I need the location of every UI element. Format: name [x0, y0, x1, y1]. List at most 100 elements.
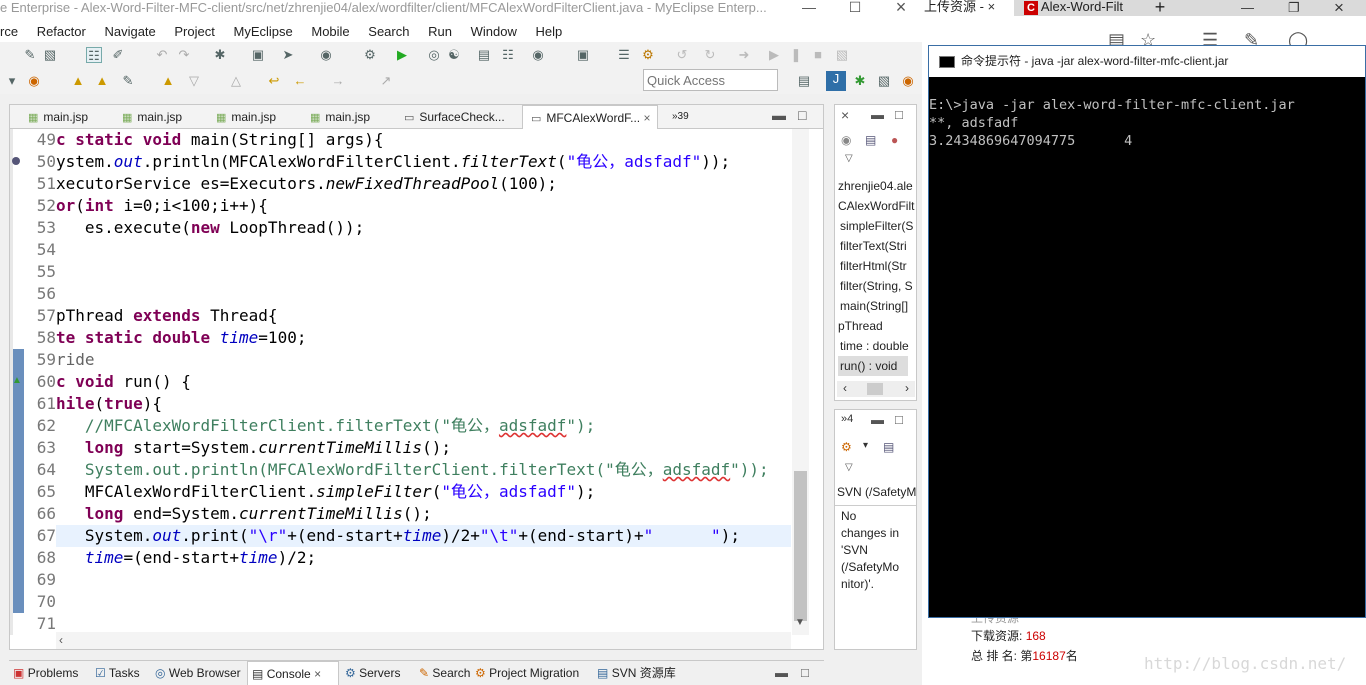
menu-source[interactable]: rce: [0, 22, 18, 42]
minimize-editor-icon[interactable]: ▬: [772, 107, 786, 123]
breakpoint-marker-icon[interactable]: [12, 157, 20, 165]
outline-class[interactable]: pThread: [838, 316, 883, 336]
menu-window[interactable]: Window: [471, 22, 517, 42]
tab-main-jsp-3[interactable]: ▦ main.jsp: [208, 105, 302, 129]
tab-search[interactable]: ✎ Search: [419, 661, 470, 685]
list-icon[interactable]: ☰: [616, 47, 632, 63]
tab-svn-repository[interactable]: ▤ SVN 资源库: [597, 661, 676, 685]
outline-package[interactable]: zhrenjie04.ale: [838, 176, 913, 196]
view-menu-icon[interactable]: ▽: [845, 462, 853, 473]
tab-project-migration[interactable]: ⚙ Project Migration: [475, 661, 579, 685]
build-icon[interactable]: ⚙: [362, 47, 378, 63]
outline-method-selected[interactable]: run() : void: [838, 356, 908, 376]
maximize-view-icon[interactable]: □: [801, 665, 809, 680]
maximize-button[interactable]: ☐: [832, 0, 878, 22]
dropdown-icon[interactable]: ▾: [863, 440, 868, 451]
new-package-icon[interactable]: ▤: [476, 47, 492, 63]
collapse-icon[interactable]: ▤: [883, 440, 894, 454]
hide-fields-icon[interactable]: ●: [891, 133, 898, 147]
scroll-right-icon[interactable]: ›: [905, 381, 909, 395]
menu-help[interactable]: Help: [535, 22, 562, 42]
minimize-button[interactable]: —: [786, 0, 832, 22]
debug-perspective-icon[interactable]: ✱: [852, 73, 868, 89]
tab-web-browser[interactable]: ◎ Web Browser: [155, 661, 241, 685]
minimize-view-icon[interactable]: ▬: [775, 665, 788, 680]
new-class-icon[interactable]: ☯: [446, 47, 462, 63]
menu-project[interactable]: Project: [174, 22, 214, 42]
disabled-icon-1[interactable]: ↺: [674, 47, 690, 63]
command-prompt-window[interactable]: 命令提示符 - java -jar alex-word-filter-mfc-c…: [928, 45, 1366, 618]
outline-method[interactable]: filterHtml(Str: [840, 256, 907, 276]
minimize-view-icon[interactable]: ▬: [871, 412, 884, 427]
tab-main-jsp-1[interactable]: ▦ main.jsp: [20, 105, 114, 129]
tab-main-jsp-4[interactable]: ▦ main.jsp: [302, 105, 396, 129]
view-overflow[interactable]: »4: [841, 413, 853, 425]
open-task-icon[interactable]: ▲: [94, 73, 110, 89]
browse-icon[interactable]: ◉: [318, 47, 334, 63]
last-edit-icon[interactable]: ↩: [266, 73, 282, 89]
debug-icon[interactable]: ✱: [212, 47, 228, 63]
tab-mfcalexwordfilterclient[interactable]: ▭ MFCAlexWordF... ×: [522, 105, 658, 130]
browser-tab-alex[interactable]: C Alex-Word-Filt: [1020, 0, 1156, 16]
group-icon[interactable]: ◉: [841, 133, 851, 147]
collapse-all-icon[interactable]: ▤: [865, 133, 876, 147]
suspend-icon[interactable]: ❚: [788, 47, 804, 63]
scroll-down-icon[interactable]: ▼: [795, 617, 805, 628]
quick-access-input[interactable]: [643, 69, 778, 91]
tab-surfacecheck[interactable]: ▭ SurfaceCheck...: [396, 105, 520, 129]
forward-icon[interactable]: →: [330, 73, 346, 89]
scroll-left-icon[interactable]: ‹: [843, 381, 847, 395]
maximize-editor-icon[interactable]: □: [798, 107, 806, 123]
menu-mobile[interactable]: Mobile: [311, 22, 349, 42]
web-icon[interactable]: ◉: [530, 47, 546, 63]
outline-method[interactable]: main(String[]: [840, 296, 908, 316]
outline-class[interactable]: CAlexWordFilt: [838, 196, 914, 216]
close-icon[interactable]: ×: [1334, 0, 1344, 18]
scroll-left-icon[interactable]: ‹: [59, 633, 63, 647]
maximize-view-icon[interactable]: □: [895, 412, 903, 427]
java-perspective-icon[interactable]: J: [826, 71, 846, 91]
tab-console[interactable]: ▤ Console ×: [247, 661, 339, 685]
editor-horizontal-scrollbar[interactable]: ‹: [56, 632, 791, 649]
screenshot-icon[interactable]: ▣: [575, 47, 591, 63]
outline-method[interactable]: simpleFilter(S: [840, 216, 913, 236]
filter-icon[interactable]: ⚙: [640, 47, 656, 63]
outline-method[interactable]: filter(String, S: [840, 276, 913, 296]
cmd-title-bar[interactable]: 命令提示符 - java -jar alex-word-filter-mfc-c…: [929, 46, 1365, 77]
close-view-icon[interactable]: ×: [841, 107, 849, 123]
minimize-view-icon[interactable]: ▬: [871, 107, 884, 122]
close-tab-icon[interactable]: ×: [988, 0, 996, 14]
restore-icon[interactable]: ❐: [1288, 0, 1300, 16]
tab-main-jsp-2[interactable]: ▦ main.jsp: [114, 105, 208, 129]
menu-run[interactable]: Run: [428, 22, 452, 42]
close-button[interactable]: ×: [878, 0, 922, 22]
toggle-occurrences-icon[interactable]: ☷: [86, 47, 102, 63]
scrollbar-thumb[interactable]: [867, 383, 883, 395]
pen-icon[interactable]: ✐: [110, 47, 126, 63]
menu-myeclipse[interactable]: MyEclipse: [233, 22, 292, 42]
svn-perspective-icon[interactable]: ◉: [900, 73, 916, 89]
back-history-icon[interactable]: ↶: [154, 47, 170, 63]
deploy-icon[interactable]: ➤: [280, 47, 296, 63]
disabled-icon-2[interactable]: ↻: [702, 47, 718, 63]
open-perspective-icon[interactable]: ▤: [796, 73, 812, 89]
new-tab-button[interactable]: +: [1150, 0, 1170, 16]
scrollbar-thumb[interactable]: [794, 471, 807, 621]
search-icon[interactable]: ◉: [26, 73, 42, 89]
toggle-mark-icon[interactable]: ✎: [22, 47, 38, 63]
myeclipse-perspective-icon[interactable]: ▧: [876, 73, 892, 89]
run-icon[interactable]: ▶: [394, 47, 410, 63]
folder-icon[interactable]: ▲: [160, 73, 176, 89]
browser-tab-upload[interactable]: 上传资源 - ×: [922, 0, 1014, 16]
open-type-icon[interactable]: ▲: [70, 73, 86, 89]
synchronize-icon[interactable]: ⚙: [841, 440, 852, 454]
outline-field[interactable]: time : double: [840, 336, 909, 356]
menu-search[interactable]: Search: [368, 22, 409, 42]
disabled-icon-3[interactable]: ➜: [736, 47, 752, 63]
code-area[interactable]: 49 50 51 52 53 54 55 56 57 58 59 60 61 6…: [10, 129, 791, 635]
maximize-view-icon[interactable]: □: [895, 107, 903, 122]
disconnect-icon[interactable]: ▧: [834, 47, 850, 63]
close-tab-icon[interactable]: ×: [314, 667, 321, 681]
outline-method[interactable]: filterText(Stri: [840, 236, 907, 256]
next-annotation-icon[interactable]: ▽: [186, 73, 202, 89]
